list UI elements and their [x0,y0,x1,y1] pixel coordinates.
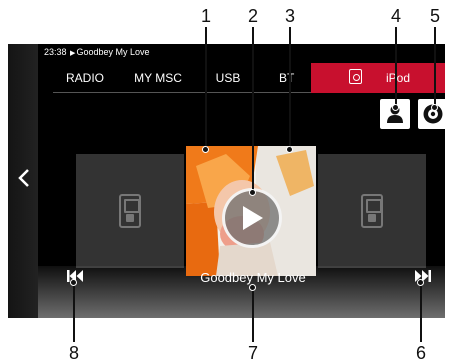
callout-8: 8 [68,343,79,363]
ipod-icon [361,194,383,228]
album-art[interactable] [186,146,316,276]
callout-4: 4 [390,6,401,26]
prev-album-card[interactable] [76,154,184,268]
tab-my-msc[interactable]: MY MSC [129,63,187,93]
tab-label: USB [215,71,241,85]
ipod-icon [119,194,141,228]
leader-line-5 [434,27,436,107]
chevron-left-icon [18,169,29,187]
leader-dot-7 [249,284,256,291]
back-button[interactable] [14,166,34,190]
leader-line-1 [205,27,207,149]
tab-ipod[interactable]: iPod [311,63,445,93]
callout-2: 2 [247,6,258,26]
leader-dot-1 [202,146,209,153]
leader-dot-4 [392,104,399,111]
clock: 23:38 [44,47,67,57]
leader-dot-2 [249,189,256,196]
callout-3: 3 [284,6,295,26]
source-tabs: RADIO MY MSC USB BT iPod [53,63,445,93]
leader-line-8 [73,281,75,342]
leader-line-2 [252,27,254,192]
tab-bt[interactable]: BT [279,63,311,93]
leader-dot-8 [70,279,77,286]
callout-6: 6 [415,343,426,363]
leader-line-4 [395,27,397,107]
leader-line-6 [420,281,422,342]
now-playing-icon: ▶ [70,50,76,57]
ipod-tab-icon [349,69,362,84]
tab-usb[interactable]: USB [211,63,245,93]
song-title: Goodbey My Love [200,270,306,285]
play-button[interactable] [222,188,282,248]
tab-radio[interactable]: RADIO [65,63,105,93]
leader-dot-5 [431,104,438,111]
play-icon [243,206,263,230]
callout-5: 5 [429,6,440,26]
tab-label: BT [279,71,295,85]
tab-label: MY MSC [134,71,182,85]
leader-line-3 [289,27,291,149]
leader-line-7 [252,288,254,342]
next-album-card[interactable] [318,154,426,268]
callout-1: 1 [200,6,211,26]
status-bar: 23:38 ▶Goodbey My Love [44,47,149,57]
callout-7: 7 [247,343,258,363]
leader-dot-3 [286,146,293,153]
tab-label: RADIO [65,71,104,85]
now-playing-text: Goodbey My Love [76,47,150,57]
tab-label: iPod [385,71,411,85]
leader-dot-6 [417,279,424,286]
source-button[interactable] [418,99,445,129]
head-unit-screen: 23:38 ▶Goodbey My Love RADIO MY MSC USB … [8,44,445,318]
